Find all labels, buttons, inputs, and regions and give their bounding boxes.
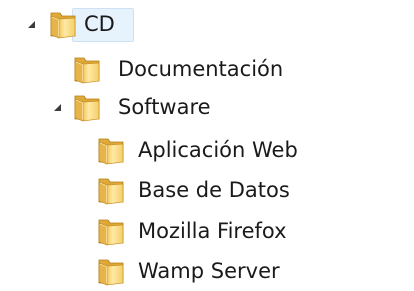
folder-icon — [96, 175, 126, 205]
tree-node-base-de-datos[interactable]: Base de Datos — [96, 172, 336, 208]
folder-icon — [96, 256, 126, 286]
folder-icon — [96, 135, 126, 165]
tree-node-label: Base de Datos — [138, 178, 290, 202]
expanded-triangle-icon[interactable] — [52, 101, 64, 113]
tree-node-software[interactable]: Software — [52, 89, 252, 125]
folder-icon — [96, 216, 126, 246]
folder-icon — [48, 9, 78, 39]
tree-node-label: Documentación — [118, 57, 284, 81]
tree-node-documentacion[interactable]: Documentación — [72, 51, 332, 87]
tree-node-label: Wamp Server — [138, 259, 280, 283]
tree-node-aplicacion-web[interactable]: Aplicación Web — [96, 132, 336, 168]
folder-icon — [72, 54, 102, 84]
tree-node-label: Mozilla Firefox — [138, 219, 287, 243]
tree-node-wamp-server[interactable]: Wamp Server — [96, 253, 336, 289]
tree-node-label: Aplicación Web — [138, 138, 298, 162]
expanded-triangle-icon[interactable] — [26, 18, 38, 30]
folder-icon — [72, 92, 102, 122]
tree-node-label: CD — [84, 12, 115, 36]
folder-tree: CD Documentación Software Aplicación Web… — [0, 0, 414, 291]
tree-node-label: Software — [118, 95, 211, 119]
tree-node-cd[interactable]: CD — [26, 6, 156, 42]
tree-node-mozilla-firefox[interactable]: Mozilla Firefox — [96, 213, 336, 249]
